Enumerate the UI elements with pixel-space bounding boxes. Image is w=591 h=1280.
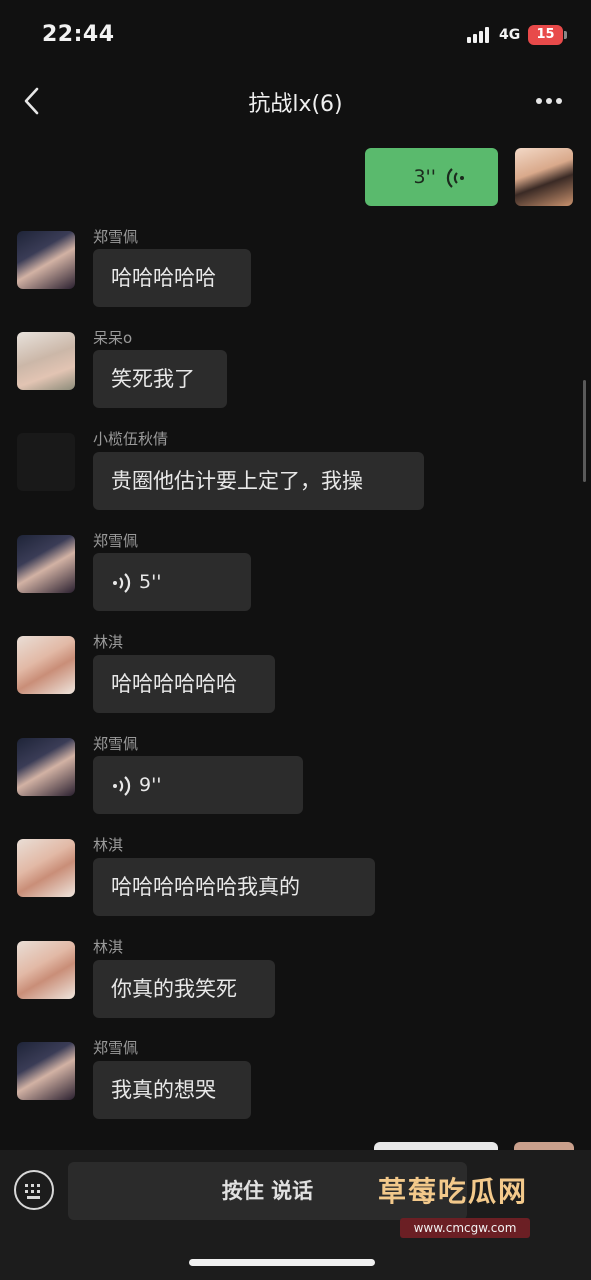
sender-name: 郑雪佩: [93, 1039, 139, 1057]
text-message-bubble[interactable]: 哈哈哈哈哈: [93, 249, 251, 307]
text-message-bubble[interactable]: 哈哈哈哈哈哈我真的: [93, 858, 375, 916]
voice-duration: 3'': [413, 166, 436, 188]
sender-name: 林淇: [93, 938, 124, 956]
sender-name: 林淇: [93, 836, 124, 854]
avatar[interactable]: [515, 148, 573, 206]
watermark-text: 草莓吃瓜网: [378, 1175, 529, 1208]
voice-wave-icon: [113, 572, 131, 593]
sender-name: 郑雪佩: [93, 735, 139, 753]
voice-message-bubble[interactable]: 5'': [93, 553, 251, 611]
battery-tip: [564, 31, 567, 39]
voice-duration: 9'': [139, 774, 162, 796]
voice-message-bubble[interactable]: 9'': [93, 756, 303, 814]
chat-title: 抗战lx(6): [248, 92, 343, 117]
signal-icon: [467, 27, 493, 43]
network-type: 4G: [499, 27, 521, 43]
voice-wave-icon: [446, 167, 464, 188]
avatar[interactable]: [17, 636, 75, 694]
avatar[interactable]: [17, 231, 75, 289]
sender-name: 呆呆o: [93, 329, 133, 347]
battery-level: 15: [536, 27, 555, 42]
sender-name: 小榄伍秋倩: [93, 430, 169, 448]
avatar[interactable]: [17, 535, 75, 593]
home-indicator[interactable]: [189, 1259, 375, 1266]
keyboard-icon[interactable]: [14, 1170, 54, 1210]
battery-icon: 15: [528, 25, 563, 45]
avatar[interactable]: [17, 1042, 75, 1100]
text-message-bubble[interactable]: 笑死我了: [93, 350, 227, 408]
sender-name: 林淇: [93, 633, 124, 651]
text-message-bubble[interactable]: 哈哈哈哈哈哈: [93, 655, 275, 713]
chat-header: 抗战lx(6): [0, 70, 591, 132]
watermark-url: www.cmcgw.com: [400, 1218, 530, 1238]
text-message-bubble[interactable]: 你真的我笑死: [93, 960, 275, 1018]
sender-name: 郑雪佩: [93, 228, 139, 246]
avatar[interactable]: [17, 839, 75, 897]
watermark: 草莓吃瓜网 www.cmcgw.com: [378, 1170, 578, 1240]
scrollbar[interactable]: [583, 380, 586, 482]
more-dots-icon[interactable]: [532, 92, 566, 110]
text-message-bubble[interactable]: 贵圈他估计要上定了，我操: [93, 452, 424, 510]
voice-wave-icon: [113, 775, 131, 796]
avatar[interactable]: [17, 433, 75, 491]
sender-name: 郑雪佩: [93, 532, 139, 550]
voice-duration: 5'': [139, 571, 162, 593]
avatar[interactable]: [17, 738, 75, 796]
avatar[interactable]: [17, 332, 75, 390]
voice-message-bubble[interactable]: 3'': [365, 148, 498, 206]
text-message-bubble[interactable]: 我真的想哭: [93, 1061, 251, 1119]
status-time: 22:44: [42, 22, 115, 47]
status-bar: 22:44 4G 15: [0, 0, 591, 70]
avatar[interactable]: [17, 941, 75, 999]
